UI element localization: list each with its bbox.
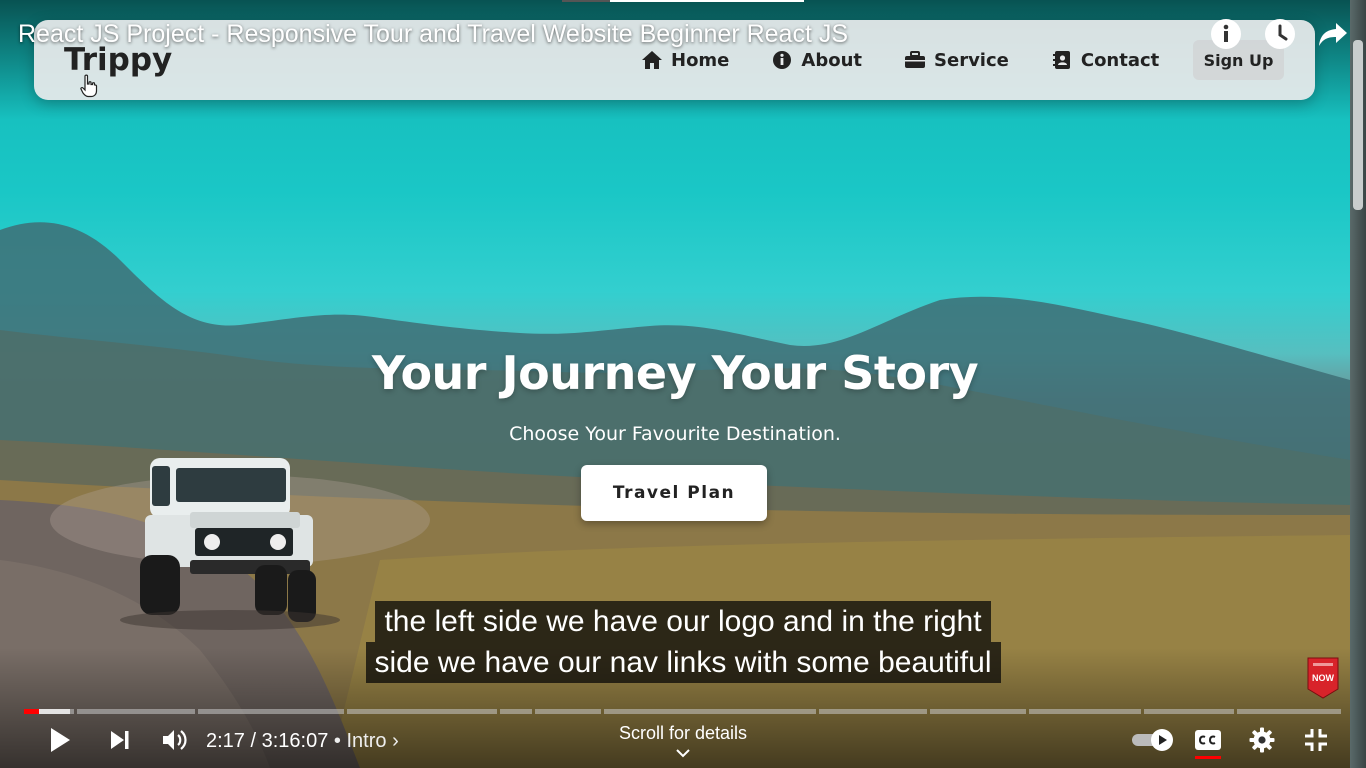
settings-gear-icon [1249,727,1275,758]
chapter-segment[interactable] [604,709,816,714]
chapter-segment[interactable] [1144,709,1234,714]
share-arrow-icon[interactable] [1318,21,1348,52]
captions-active-indicator [1195,756,1221,759]
svg-text:NOW: NOW [1312,673,1335,683]
autoplay-toggle[interactable] [1128,720,1176,764]
exit-fullscreen-icon [1304,728,1328,757]
hand-cursor-icon [80,74,98,103]
info-circle-icon [771,49,793,71]
player-controls: 2:17 / 3:16:07 • Intro › Scroll for deta… [0,720,1366,764]
chapter-segment[interactable] [500,709,532,714]
nav-link-service: Service [904,49,1009,71]
scroll-for-details[interactable]: Scroll for details [583,723,783,763]
chapter-segment[interactable] [77,709,195,714]
chapter-segment[interactable] [198,709,344,714]
info-icon[interactable] [1210,18,1242,55]
subscribe-watermark[interactable]: NOW [1306,657,1340,699]
scroll-hint-label: Scroll for details [618,723,748,743]
current-time: 2:17 [206,730,245,752]
exit-fullscreen-button[interactable] [1296,720,1336,764]
briefcase-icon [904,49,926,71]
website-nav-links: Home About Service Contact [641,49,1201,71]
nav-link-label: Contact [1080,49,1160,71]
watch-later-clock-icon[interactable] [1264,18,1296,55]
nav-link-about: About [771,49,862,71]
chapter-segment[interactable] [1029,709,1141,714]
chevron-down-icon [583,742,783,763]
time-separator: / [244,730,262,752]
caption-line: side we have our nav links with some bea… [365,642,1001,683]
buffered-indicator [38,709,70,714]
autoplay-toggle-icon [1130,728,1174,757]
video-player[interactable]: Trippy Home About Service Contact Sign U… [0,0,1366,768]
next-icon [109,729,131,756]
chapter-segment[interactable] [347,709,497,714]
top-loading-bar [562,0,804,2]
scrollbar-thumb[interactable] [1353,40,1363,210]
address-book-icon [1051,49,1073,71]
nav-link-label: About [801,49,863,71]
nav-link-contact: Contact [1051,49,1159,71]
chapter-title: Intro [346,730,387,752]
play-button[interactable] [40,720,80,764]
caption-line: the left side we have our logo and in th… [375,601,991,642]
hero-subtitle: Choose Your Favourite Destination. [509,423,841,445]
nav-link-label: Service [934,49,1009,71]
chapter-button[interactable]: • Intro › [334,730,399,752]
chevron-right-icon: › [392,730,399,752]
travel-plan-button: Travel Plan [581,465,767,521]
captions-icon [1194,729,1222,756]
settings-button[interactable] [1242,720,1282,764]
time-display: 2:17 / 3:16:07 • Intro › [206,730,399,753]
chapter-segment[interactable] [930,709,1026,714]
played-indicator [24,709,39,714]
video-title[interactable]: React JS Project - Responsive Tour and T… [18,20,848,49]
house-icon [641,49,663,71]
nav-link-home: Home [641,49,729,71]
chapter-segment[interactable] [819,709,927,714]
top-actions [1210,18,1348,55]
duration: 3:16:07 [261,730,329,752]
seek-bar[interactable] [24,709,1342,714]
caption-window: the left side we have our logo and in th… [0,601,1366,683]
volume-icon [162,728,188,757]
mute-button[interactable] [155,720,195,764]
nav-link-label: Home [671,49,730,71]
next-button[interactable] [100,720,140,764]
hero-title: Your Journey Your Story [371,346,979,400]
chapter-segment[interactable] [1237,709,1341,714]
chapter-segment[interactable] [535,709,601,714]
play-icon [49,727,71,758]
